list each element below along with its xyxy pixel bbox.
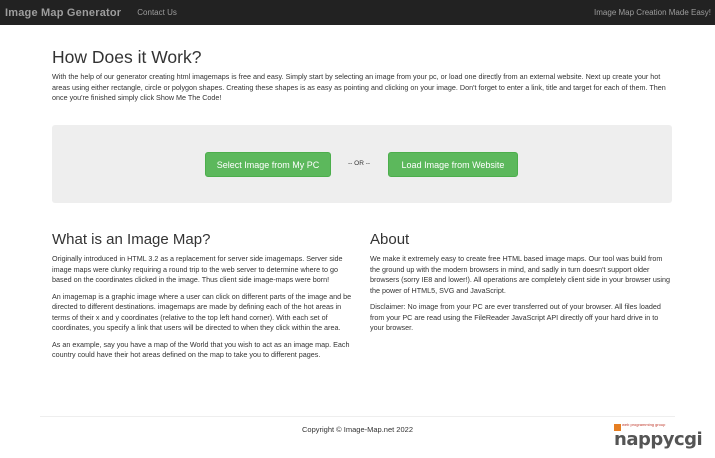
navbar: Image Map Generator Contact Us Image Map… — [0, 0, 715, 25]
how-title: How Does it Work? — [52, 47, 202, 67]
or-separator: -- OR -- — [348, 160, 371, 167]
logo-tagline: web programming group — [622, 422, 666, 427]
about-paragraph-2: Disclaimer: No image from your PC are ev… — [370, 302, 661, 332]
logo-wordmark: nappycgi — [614, 429, 703, 450]
brand-link[interactable]: Image Map Generator — [5, 7, 121, 19]
select-image-button[interactable]: Select Image from My PC — [205, 152, 331, 177]
about-section: About We make it extremely easy to creat… — [370, 231, 672, 340]
navbar-tagline: Image Map Creation Made Easy! — [594, 8, 711, 17]
what-paragraph-1: Originally introduced in HTML 3.2 as a r… — [52, 254, 343, 284]
what-title: What is an Image Map? — [52, 231, 211, 248]
what-section: What is an Image Map? Originally introdu… — [52, 231, 354, 367]
what-paragraph-2: An imagemap is a graphic image where a u… — [52, 291, 352, 333]
nappycgi-logo[interactable]: web programming group nappycgi — [614, 422, 710, 456]
what-paragraph-3: As an example, say you have a map of the… — [52, 339, 350, 360]
about-title: About — [370, 231, 410, 248]
how-text: With the help of our generator creating … — [52, 72, 666, 102]
about-paragraph-1: We make it extremely easy to create free… — [370, 254, 671, 295]
contact-link[interactable]: Contact Us — [137, 8, 177, 17]
footer-copyright: Copyright © Image-Map.net 2022 — [301, 425, 413, 434]
load-image-button[interactable]: Load Image from Website — [388, 152, 518, 177]
footer-divider — [40, 416, 675, 417]
upload-panel: Select Image from My PC -- OR -- Load Im… — [52, 125, 672, 203]
